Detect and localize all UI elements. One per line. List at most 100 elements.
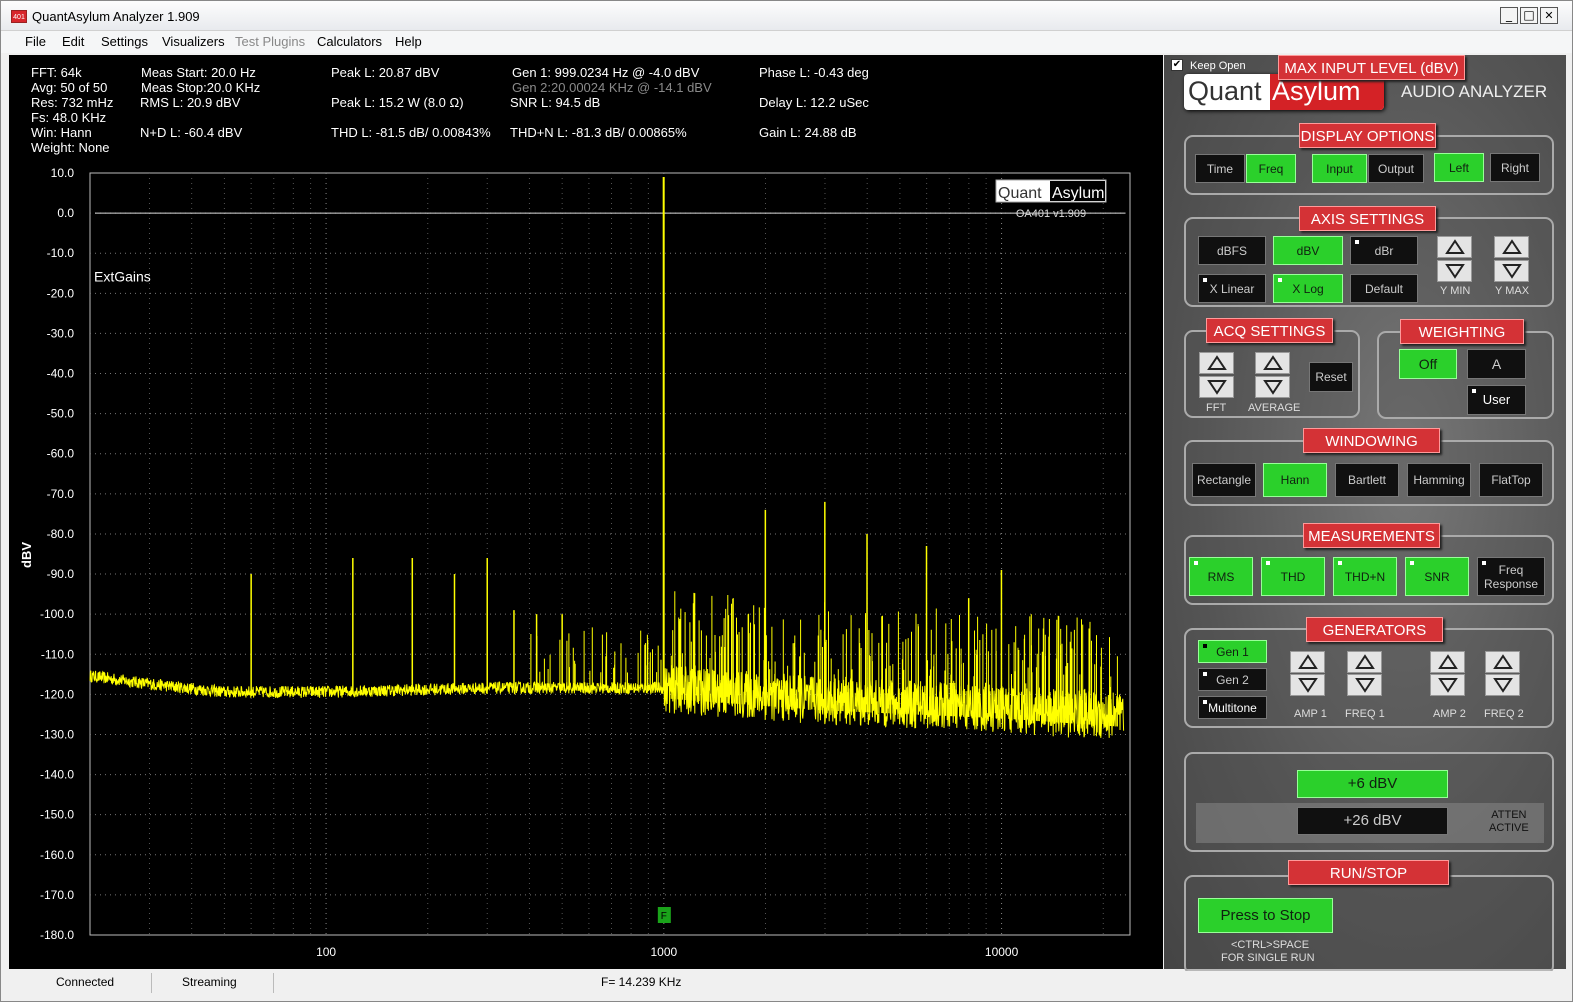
spectrum-chart[interactable]: 10.0 0.0 -10.0 -20.0 -30.0 -40.0 -50.0 -60.0 -70… [9, 55, 1163, 969]
x-linear-button[interactable]: X Linear [1198, 274, 1266, 303]
freq2-down-arrow-icon[interactable] [1485, 674, 1520, 696]
run-stop-header: RUN/STOP [1288, 860, 1449, 885]
menu-settings[interactable]: Settings [101, 34, 148, 49]
x-log-label: X Log [1292, 281, 1324, 296]
y-tick-label: -30.0 [47, 326, 75, 340]
y-tick-label: -170.0 [40, 888, 74, 902]
reset-button[interactable]: Reset [1309, 362, 1353, 392]
fft-up-arrow-icon[interactable] [1199, 352, 1234, 374]
title-bar: 401 QuantAsylum Analyzer 1.909 _ □ ✕ [1, 1, 1572, 31]
default-axis-button[interactable]: Default [1350, 274, 1418, 303]
max-input-6dbv-button[interactable]: +6 dBV [1297, 770, 1448, 798]
axis-settings-header: AXIS SETTINGS [1299, 206, 1436, 231]
y-tick-label: -90.0 [47, 567, 75, 581]
minimize-button[interactable]: _ [1500, 7, 1518, 24]
freq-button[interactable]: Freq [1246, 154, 1296, 183]
menu-file[interactable]: File [25, 34, 46, 49]
weighting-off-button[interactable]: Off [1399, 349, 1457, 379]
close-button[interactable]: ✕ [1540, 7, 1558, 24]
window-flattop-button[interactable]: FlatTop [1479, 463, 1543, 497]
amp1-down-arrow-icon[interactable] [1290, 674, 1325, 696]
status-divider [151, 973, 152, 993]
menu-visualizers[interactable]: Visualizers [162, 34, 225, 49]
menu-edit[interactable]: Edit [62, 34, 84, 49]
status-bar: Connected Streaming F= 14.239 KHz [1, 971, 1572, 1001]
weighting-user-button[interactable]: User [1467, 385, 1526, 415]
weighting-user-label: User [1482, 392, 1511, 407]
generators-header: GENERATORS [1306, 617, 1443, 642]
indicator-dot [1338, 561, 1342, 565]
dbr-button[interactable]: dBr [1350, 236, 1418, 265]
ymin-label: Y MIN [1440, 285, 1471, 297]
ymax-up-arrow-icon[interactable] [1494, 236, 1529, 258]
left-channel-button[interactable]: Left [1434, 153, 1484, 182]
weighting-a-button[interactable]: A [1467, 349, 1526, 379]
thdn-button[interactable]: THD+N [1333, 557, 1397, 596]
dbfs-button[interactable]: dBFS [1198, 236, 1266, 265]
freq-response-label: Freq Response [1483, 562, 1539, 591]
window-bartlett-button[interactable]: Bartlett [1335, 463, 1399, 497]
amp1-up-arrow-icon[interactable] [1290, 651, 1325, 673]
indicator-dot [1194, 561, 1198, 565]
thdn-label: THD+N [1344, 569, 1386, 584]
input-button[interactable]: Input [1312, 154, 1367, 183]
menu-bar: File Edit Settings Visualizers Test Plug… [1, 31, 1572, 53]
status-divider [273, 973, 274, 993]
y-tick-label: -110.0 [41, 647, 74, 661]
press-to-stop-button[interactable]: Press to Stop [1198, 898, 1333, 933]
freq1-up-arrow-icon[interactable] [1347, 651, 1382, 673]
max-input-26dbv-button[interactable]: +26 dBV [1297, 807, 1448, 835]
acq-settings-header: ACQ SETTINGS [1206, 318, 1333, 343]
average-label: AVERAGE [1248, 402, 1301, 414]
gen1-label: Gen 1 [1216, 644, 1249, 659]
gen1-button[interactable]: Gen 1 [1198, 640, 1267, 663]
freq1-down-arrow-icon[interactable] [1347, 674, 1382, 696]
amp2-down-arrow-icon[interactable] [1430, 674, 1465, 696]
amp1-label: AMP 1 [1294, 708, 1327, 720]
y-tick-label: -140.0 [40, 768, 74, 782]
connection-status: Connected [56, 975, 115, 989]
window-hann-button[interactable]: Hann [1263, 463, 1327, 497]
y-axis-label: dBV [19, 542, 34, 568]
freq2-up-arrow-icon[interactable] [1485, 651, 1520, 673]
ymax-down-arrow-icon[interactable] [1494, 260, 1529, 282]
time-button[interactable]: Time [1195, 154, 1245, 183]
snr-button[interactable]: SNR [1405, 557, 1469, 596]
average-down-arrow-icon[interactable] [1255, 376, 1290, 398]
multitone-button[interactable]: Multitone [1198, 696, 1267, 719]
gen2-button[interactable]: Gen 2 [1198, 668, 1267, 691]
output-button[interactable]: Output [1368, 154, 1424, 183]
logo-quant: Quant [1188, 76, 1262, 106]
right-channel-button[interactable]: Right [1490, 153, 1540, 182]
indicator-dot [1203, 700, 1207, 704]
menu-test-plugins[interactable]: Test Plugins [235, 34, 305, 49]
dbv-button[interactable]: dBV [1273, 236, 1343, 265]
ymin-down-arrow-icon[interactable] [1437, 260, 1472, 282]
y-tick-label: -70.0 [47, 487, 75, 501]
single-run-hint-2: FOR SINGLE RUN [1221, 952, 1315, 964]
maximize-button[interactable]: □ [1520, 7, 1538, 24]
freq-response-button[interactable]: Freq Response [1477, 557, 1545, 596]
amp2-up-arrow-icon[interactable] [1430, 651, 1465, 673]
indicator-dot [1203, 278, 1207, 282]
watermark-quant: Quant [998, 185, 1042, 202]
window-rectangle-button[interactable]: Rectangle [1192, 463, 1256, 497]
window-hamming-button[interactable]: Hamming [1407, 463, 1471, 497]
rms-button[interactable]: RMS [1189, 557, 1253, 596]
ymin-up-arrow-icon[interactable] [1437, 236, 1472, 258]
thd-button[interactable]: THD [1261, 557, 1325, 596]
watermark-asylum: Asylum [1052, 185, 1104, 202]
keep-open-checkbox[interactable]: ✔ [1171, 59, 1183, 71]
app-window: 401 QuantAsylum Analyzer 1.909 _ □ ✕ Fil… [0, 0, 1573, 1002]
average-up-arrow-icon[interactable] [1255, 352, 1290, 374]
y-tick-label: -50.0 [47, 407, 75, 421]
fft-down-arrow-icon[interactable] [1199, 376, 1234, 398]
menu-help[interactable]: Help [395, 34, 422, 49]
display-options-header: DISPLAY OPTIONS [1299, 123, 1436, 148]
app-icon: 401 [11, 10, 27, 23]
cursor-frequency: F= 14.239 KHz [601, 975, 682, 989]
streaming-status: Streaming [182, 975, 237, 989]
x-log-button[interactable]: X Log [1273, 274, 1343, 303]
y-tick-label: -150.0 [40, 808, 74, 822]
menu-calculators[interactable]: Calculators [317, 34, 382, 49]
